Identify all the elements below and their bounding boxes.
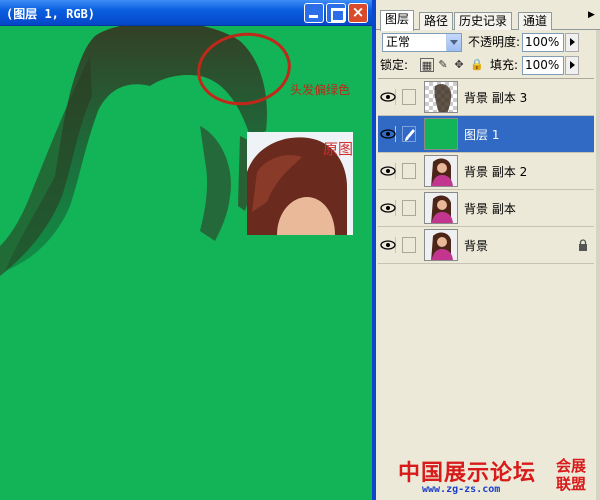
layer-name: 背景 副本 xyxy=(464,202,516,216)
opacity-slider-button[interactable] xyxy=(565,33,579,52)
visibility-eye-icon[interactable] xyxy=(380,163,396,179)
opacity-input[interactable]: 100% xyxy=(522,33,564,52)
screenshot-root: (图层 1, RGB) × 头发偏绿色 原图 图层 路径 历史记录 通道 ▶ 正… xyxy=(0,0,600,500)
layer-row-selected[interactable]: 图层 1 xyxy=(378,116,594,153)
document-titlebar[interactable]: (图层 1, RGB) × xyxy=(0,0,372,26)
minimize-button[interactable] xyxy=(304,3,324,23)
panel-scrollbar[interactable] xyxy=(596,30,600,500)
brush-icon[interactable] xyxy=(402,126,416,142)
lock-brush-icon[interactable]: ✎ xyxy=(436,58,450,72)
layer-row[interactable]: 背景 副本 2 xyxy=(378,153,594,190)
blend-mode-value: 正常 xyxy=(386,35,411,49)
layer-thumbnail xyxy=(424,192,458,224)
layer-thumbnail xyxy=(424,229,458,261)
layer-name: 背景 xyxy=(464,239,489,253)
layers-panel: 图层 路径 历史记录 通道 ▶ 正常 不透明度: 100% 锁定: ▦ ✎ ✥ … xyxy=(376,0,600,500)
fill-input[interactable]: 100% xyxy=(522,56,564,75)
tab-channels[interactable]: 通道 xyxy=(518,12,553,30)
layer-row[interactable]: 背景 副本 3 xyxy=(378,79,594,116)
watermark-side-text: 会展联盟 xyxy=(556,457,587,493)
lock-icon xyxy=(579,239,587,251)
document-title: (图层 1, RGB) xyxy=(6,7,96,21)
fill-label: 填充: xyxy=(490,58,519,72)
visibility-eye-icon[interactable] xyxy=(380,89,396,105)
layer-thumbnail xyxy=(424,81,458,113)
layer-thumbnail xyxy=(424,155,458,187)
maximize-button[interactable] xyxy=(326,3,346,23)
layer-link-cell[interactable] xyxy=(402,89,416,105)
layers-list: 背景 副本 3 图层 1 背景 副本 2 背景 副本 背景 xyxy=(378,78,594,264)
watermark-url: www.zg-zs.com xyxy=(422,484,501,495)
layer-row[interactable]: 背景 副本 xyxy=(378,190,594,227)
blend-mode-select[interactable]: 正常 xyxy=(382,33,462,52)
annotation-label: 头发偏绿色 xyxy=(290,83,351,97)
lock-label: 锁定: xyxy=(380,58,409,72)
chevron-down-icon xyxy=(446,34,461,51)
close-icon: × xyxy=(351,3,365,21)
opacity-label: 不透明度: xyxy=(468,35,521,49)
fill-slider-button[interactable] xyxy=(565,56,579,75)
lock-move-icon[interactable]: ✥ xyxy=(452,58,466,72)
layer-row[interactable]: 背景 xyxy=(378,227,594,264)
tab-history[interactable]: 历史记录 xyxy=(454,12,513,30)
watermark: 中国展示论坛 www.zg-zs.com 会展联盟 xyxy=(398,455,598,497)
layer-link-cell[interactable] xyxy=(402,163,416,179)
layer-name: 图层 1 xyxy=(464,128,500,142)
visibility-eye-icon[interactable] xyxy=(380,200,396,216)
image-canvas[interactable]: 头发偏绿色 原图 xyxy=(0,26,372,500)
tab-layers[interactable]: 图层 xyxy=(380,10,415,31)
tab-paths[interactable]: 路径 xyxy=(419,12,454,30)
panel-tabs: 图层 路径 历史记录 通道 xyxy=(376,10,600,31)
layer-link-cell[interactable] xyxy=(402,237,416,253)
visibility-eye-icon[interactable] xyxy=(380,237,396,253)
document-window: (图层 1, RGB) × 头发偏绿色 原图 xyxy=(0,0,372,500)
layer-name: 背景 副本 3 xyxy=(464,91,528,105)
panel-menu-icon[interactable]: ▶ xyxy=(588,10,598,24)
lock-transparency-icon[interactable]: ▦ xyxy=(420,58,434,72)
visibility-eye-icon[interactable] xyxy=(380,126,396,142)
close-button[interactable]: × xyxy=(348,3,368,23)
original-label: 原图 xyxy=(323,140,354,158)
layer-thumbnail xyxy=(424,118,458,150)
layer-link-cell[interactable] xyxy=(402,200,416,216)
watermark-main-text: 中国展示论坛 xyxy=(398,461,537,486)
layer-name: 背景 副本 2 xyxy=(464,165,528,179)
lock-all-icon[interactable]: 🔒 xyxy=(470,58,484,72)
